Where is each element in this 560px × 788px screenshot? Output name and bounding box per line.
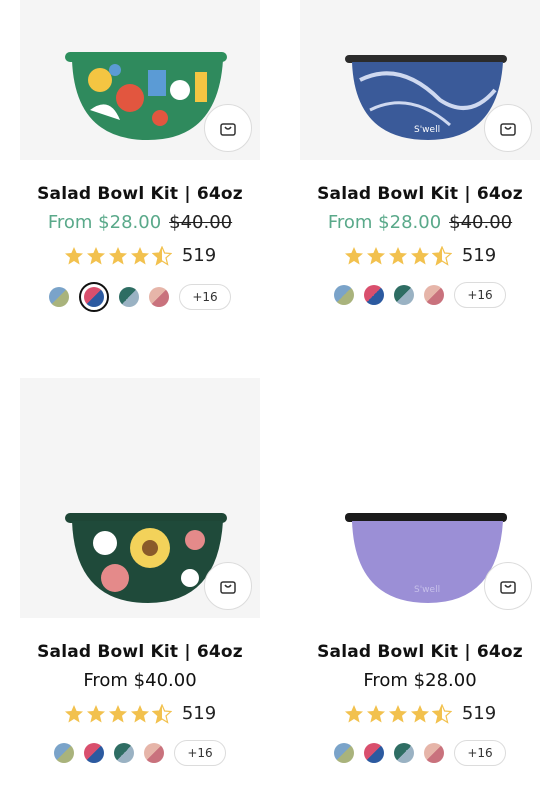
product-image[interactable]: S'well [300,0,540,160]
shopping-bag-icon [220,123,236,136]
half-star-icon [431,245,452,266]
product-price: From $28.00 $40.00 [10,212,270,233]
logo-text: S'well [414,125,440,135]
swatch[interactable] [114,743,135,763]
star-icon [64,246,83,264]
swatch[interactable] [334,285,355,305]
more-swatches-button[interactable]: +16 [454,282,506,308]
product-title[interactable]: Salad Bowl Kit | 64oz [290,184,550,204]
star-icon [64,704,83,722]
product-grid: Salad Bowl Kit | 64oz From $28.00 $40.00 … [0,0,560,788]
logo-text: S'well [414,585,440,595]
star-icon [344,704,363,722]
add-to-cart-button[interactable] [484,562,532,610]
swatch[interactable] [424,743,445,763]
swatch[interactable] [424,285,445,305]
price: From $28.00 [363,670,477,691]
price: From $40.00 [83,670,197,691]
swatch[interactable] [84,743,105,763]
shopping-bag-icon [500,581,516,594]
review-count: 519 [461,703,497,724]
product-rating[interactable]: 519 [10,245,270,266]
star-icon [86,246,105,264]
product-rating[interactable]: 519 [290,703,550,724]
product-card[interactable]: Salad Bowl Kit | 64oz From $40.00 519 +1… [10,378,270,766]
product-image[interactable] [20,0,260,160]
swatch[interactable] [394,285,415,305]
more-swatches-button[interactable]: +16 [454,740,506,766]
color-swatches: +16 [10,740,270,766]
product-title[interactable]: Salad Bowl Kit | 64oz [290,642,550,662]
product-card[interactable]: S'well Salad Bowl Kit | 64oz From $28.00… [290,0,550,308]
color-swatches: +16 [290,740,550,766]
star-icon [366,704,385,722]
star-icon [86,704,105,722]
star-icon [388,704,407,722]
star-icon [366,246,385,264]
star-icon [130,246,149,264]
product-title[interactable]: Salad Bowl Kit | 64oz [10,184,270,204]
add-to-cart-button[interactable] [204,562,252,610]
swatch[interactable] [364,285,385,305]
add-to-cart-button[interactable] [204,104,252,152]
product-image[interactable]: S'well [300,378,540,618]
swatch[interactable] [334,743,355,763]
product-rating[interactable]: 519 [290,245,550,266]
product-price: From $28.00 [290,670,550,691]
star-rating [64,703,172,724]
review-count: 519 [181,245,217,266]
product-card[interactable]: S'well Salad Bowl Kit | 64oz From $28.00 [290,378,550,766]
star-rating [64,245,172,266]
compare-price: $40.00 [449,212,513,233]
product-price: From $28.00 $40.00 [290,212,550,233]
color-swatches: +16 [290,282,550,308]
star-icon [388,246,407,264]
review-count: 519 [181,703,217,724]
compare-price: $40.00 [169,212,233,233]
product-title[interactable]: Salad Bowl Kit | 64oz [10,642,270,662]
star-icon [108,246,127,264]
half-star-icon [151,245,172,266]
star-rating [344,703,452,724]
shopping-bag-icon [500,123,516,136]
swatch[interactable] [144,743,165,763]
add-to-cart-button[interactable] [484,104,532,152]
swatch[interactable] [364,743,385,763]
swatch-selected[interactable] [79,282,110,312]
swatch[interactable] [49,287,70,307]
shopping-bag-icon [220,581,236,594]
star-icon [130,704,149,722]
swatch[interactable] [394,743,415,763]
sale-price: From $28.00 [327,212,442,233]
review-count: 519 [461,245,497,266]
star-icon [344,246,363,264]
star-icon [410,704,429,722]
swatch[interactable] [149,287,170,307]
star-icon [108,704,127,722]
more-swatches-button[interactable]: +16 [179,284,231,310]
star-rating [344,245,452,266]
sale-price: From $28.00 [47,212,162,233]
swatch[interactable] [119,287,140,307]
swatch[interactable] [54,743,75,763]
half-star-icon [431,703,452,724]
color-swatches: +16 [10,282,270,312]
more-swatches-button[interactable]: +16 [174,740,226,766]
product-card[interactable]: Salad Bowl Kit | 64oz From $28.00 $40.00 … [10,0,270,312]
product-rating[interactable]: 519 [10,703,270,724]
product-price: From $40.00 [10,670,270,691]
product-image[interactable] [20,378,260,618]
half-star-icon [151,703,172,724]
star-icon [410,246,429,264]
